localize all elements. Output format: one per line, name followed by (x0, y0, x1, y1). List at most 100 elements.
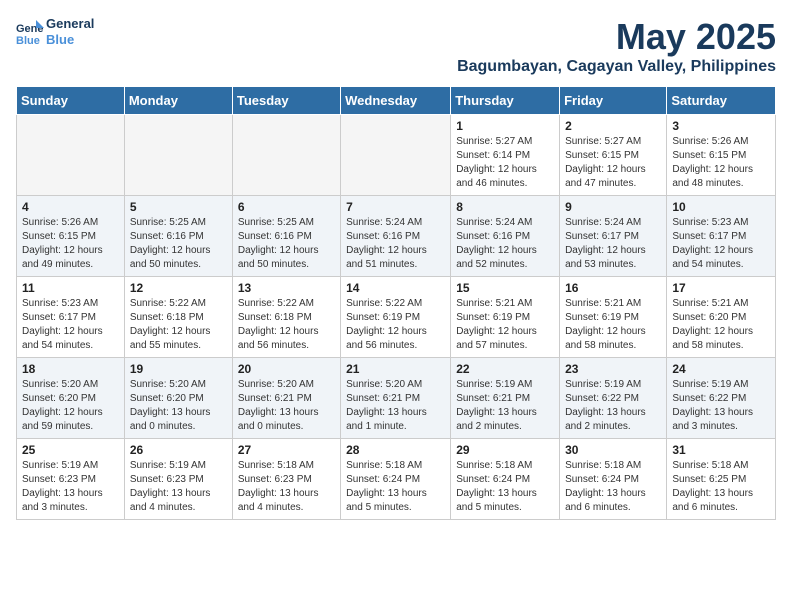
day-info: Sunrise: 5:19 AM Sunset: 6:23 PM Dayligh… (22, 459, 119, 515)
location: Bagumbayan, Cagayan Valley, Philippines (457, 58, 776, 76)
day-info: Sunrise: 5:18 AM Sunset: 6:25 PM Dayligh… (672, 459, 770, 515)
calendar-cell: 5 Sunrise: 5:25 AM Sunset: 6:16 PM Daylig… (124, 196, 232, 277)
header-thursday: Thursday (451, 87, 560, 115)
calendar-cell (17, 115, 125, 196)
day-number: 29 (456, 443, 554, 457)
page-header: General Blue General Blue May 2025 Bagum… (16, 16, 776, 80)
calendar-cell: 6 Sunrise: 5:25 AM Sunset: 6:16 PM Daylig… (232, 196, 340, 277)
calendar-cell: 2Sunrise: 5:27 AM Sunset: 6:15 PM Daylig… (560, 115, 667, 196)
day-info: Sunrise: 5:25 AM Sunset: 6:16 PM Dayligh… (130, 216, 227, 272)
day-number: 13 (238, 281, 335, 295)
day-number: 17 (672, 281, 770, 295)
day-info: Sunrise: 5:26 AM Sunset: 6:15 PM Dayligh… (672, 135, 770, 191)
day-number: 30 (565, 443, 661, 457)
day-number: 19 (130, 362, 227, 376)
calendar-cell: 23 Sunrise: 5:19 AM Sunset: 6:22 PM Dayli… (560, 358, 667, 439)
day-number: 14 (346, 281, 445, 295)
calendar-cell: 20 Sunrise: 5:20 AM Sunset: 6:21 PM Dayli… (232, 358, 340, 439)
calendar-cell: 25 Sunrise: 5:19 AM Sunset: 6:23 PM Dayli… (17, 439, 125, 520)
month-year: May 2025 (457, 16, 776, 58)
header-wednesday: Wednesday (341, 87, 451, 115)
calendar-cell: 19Sunrise: 5:20 AM Sunset: 6:20 PM Dayli… (124, 358, 232, 439)
calendar-cell: 16 Sunrise: 5:21 AM Sunset: 6:19 PM Dayli… (560, 277, 667, 358)
day-info: Sunrise: 5:24 AM Sunset: 6:17 PM Dayligh… (565, 216, 661, 272)
logo-line2: Blue (46, 32, 94, 48)
day-info: Sunrise: 5:18 AM Sunset: 6:24 PM Dayligh… (346, 459, 445, 515)
calendar-cell: 21Sunrise: 5:20 AM Sunset: 6:21 PM Dayli… (341, 358, 451, 439)
logo-icon: General Blue (16, 18, 44, 46)
calendar-table: Sunday Monday Tuesday Wednesday Thursday… (16, 86, 776, 520)
day-info: Sunrise: 5:21 AM Sunset: 6:20 PM Dayligh… (672, 297, 770, 353)
day-info: Sunrise: 5:24 AM Sunset: 6:16 PM Dayligh… (346, 216, 445, 272)
day-info: Sunrise: 5:19 AM Sunset: 6:22 PM Dayligh… (672, 378, 770, 434)
calendar-cell (232, 115, 340, 196)
day-number: 6 (238, 200, 335, 214)
day-number: 15 (456, 281, 554, 295)
header-monday: Monday (124, 87, 232, 115)
calendar-cell (341, 115, 451, 196)
day-info: Sunrise: 5:23 AM Sunset: 6:17 PM Dayligh… (672, 216, 770, 272)
week-row-4: 18Sunrise: 5:20 AM Sunset: 6:20 PM Dayli… (17, 358, 776, 439)
calendar-cell: 11 Sunrise: 5:23 AM Sunset: 6:17 PM Dayli… (17, 277, 125, 358)
day-info: Sunrise: 5:27 AM Sunset: 6:15 PM Dayligh… (565, 135, 661, 191)
calendar-cell: 8Sunrise: 5:24 AM Sunset: 6:16 PM Daylig… (451, 196, 560, 277)
day-number: 20 (238, 362, 335, 376)
day-info: Sunrise: 5:20 AM Sunset: 6:21 PM Dayligh… (238, 378, 335, 434)
calendar-cell: 1Sunrise: 5:27 AM Sunset: 6:14 PM Daylig… (451, 115, 560, 196)
logo: General Blue General Blue (16, 16, 94, 47)
calendar-cell: 15Sunrise: 5:21 AM Sunset: 6:19 PM Dayli… (451, 277, 560, 358)
day-info: Sunrise: 5:19 AM Sunset: 6:22 PM Dayligh… (565, 378, 661, 434)
day-info: Sunrise: 5:22 AM Sunset: 6:18 PM Dayligh… (238, 297, 335, 353)
week-row-3: 11 Sunrise: 5:23 AM Sunset: 6:17 PM Dayli… (17, 277, 776, 358)
calendar-cell: 3 Sunrise: 5:26 AM Sunset: 6:15 PM Daylig… (667, 115, 776, 196)
calendar-cell: 26Sunrise: 5:19 AM Sunset: 6:23 PM Dayli… (124, 439, 232, 520)
calendar-cell: 9 Sunrise: 5:24 AM Sunset: 6:17 PM Daylig… (560, 196, 667, 277)
header-friday: Friday (560, 87, 667, 115)
day-number: 12 (130, 281, 227, 295)
day-number: 4 (22, 200, 119, 214)
day-number: 7 (346, 200, 445, 214)
day-info: Sunrise: 5:18 AM Sunset: 6:24 PM Dayligh… (456, 459, 554, 515)
day-info: Sunrise: 5:19 AM Sunset: 6:21 PM Dayligh… (456, 378, 554, 434)
day-number: 16 (565, 281, 661, 295)
calendar-cell: 28 Sunrise: 5:18 AM Sunset: 6:24 PM Dayli… (341, 439, 451, 520)
day-number: 31 (672, 443, 770, 457)
day-number: 9 (565, 200, 661, 214)
calendar-cell: 22 Sunrise: 5:19 AM Sunset: 6:21 PM Dayli… (451, 358, 560, 439)
calendar-cell: 13 Sunrise: 5:22 AM Sunset: 6:18 PM Dayli… (232, 277, 340, 358)
day-number: 27 (238, 443, 335, 457)
calendar-cell: 10Sunrise: 5:23 AM Sunset: 6:17 PM Dayli… (667, 196, 776, 277)
week-row-1: 1Sunrise: 5:27 AM Sunset: 6:14 PM Daylig… (17, 115, 776, 196)
header-tuesday: Tuesday (232, 87, 340, 115)
day-number: 11 (22, 281, 119, 295)
title-block: May 2025 Bagumbayan, Cagayan Valley, Phi… (457, 16, 776, 76)
day-info: Sunrise: 5:25 AM Sunset: 6:16 PM Dayligh… (238, 216, 335, 272)
day-number: 8 (456, 200, 554, 214)
header-sunday: Sunday (17, 87, 125, 115)
day-number: 5 (130, 200, 227, 214)
calendar-cell (124, 115, 232, 196)
calendar-cell: 24Sunrise: 5:19 AM Sunset: 6:22 PM Dayli… (667, 358, 776, 439)
day-number: 28 (346, 443, 445, 457)
calendar-cell: 18Sunrise: 5:20 AM Sunset: 6:20 PM Dayli… (17, 358, 125, 439)
calendar-cell: 30 Sunrise: 5:18 AM Sunset: 6:24 PM Dayli… (560, 439, 667, 520)
day-info: Sunrise: 5:18 AM Sunset: 6:24 PM Dayligh… (565, 459, 661, 515)
day-info: Sunrise: 5:23 AM Sunset: 6:17 PM Dayligh… (22, 297, 119, 353)
calendar-cell: 12 Sunrise: 5:22 AM Sunset: 6:18 PM Dayli… (124, 277, 232, 358)
day-info: Sunrise: 5:22 AM Sunset: 6:19 PM Dayligh… (346, 297, 445, 353)
day-info: Sunrise: 5:21 AM Sunset: 6:19 PM Dayligh… (565, 297, 661, 353)
calendar-cell: 31 Sunrise: 5:18 AM Sunset: 6:25 PM Dayli… (667, 439, 776, 520)
day-number: 25 (22, 443, 119, 457)
day-number: 18 (22, 362, 119, 376)
day-info: Sunrise: 5:19 AM Sunset: 6:23 PM Dayligh… (130, 459, 227, 515)
calendar-cell: 29 Sunrise: 5:18 AM Sunset: 6:24 PM Dayli… (451, 439, 560, 520)
header-saturday: Saturday (667, 87, 776, 115)
day-number: 3 (672, 119, 770, 133)
day-number: 22 (456, 362, 554, 376)
day-info: Sunrise: 5:20 AM Sunset: 6:21 PM Dayligh… (346, 378, 445, 434)
day-info: Sunrise: 5:22 AM Sunset: 6:18 PM Dayligh… (130, 297, 227, 353)
day-number: 23 (565, 362, 661, 376)
logo-line1: General (46, 16, 94, 32)
calendar-cell: 4Sunrise: 5:26 AM Sunset: 6:15 PM Daylig… (17, 196, 125, 277)
calendar-cell: 14 Sunrise: 5:22 AM Sunset: 6:19 PM Dayli… (341, 277, 451, 358)
